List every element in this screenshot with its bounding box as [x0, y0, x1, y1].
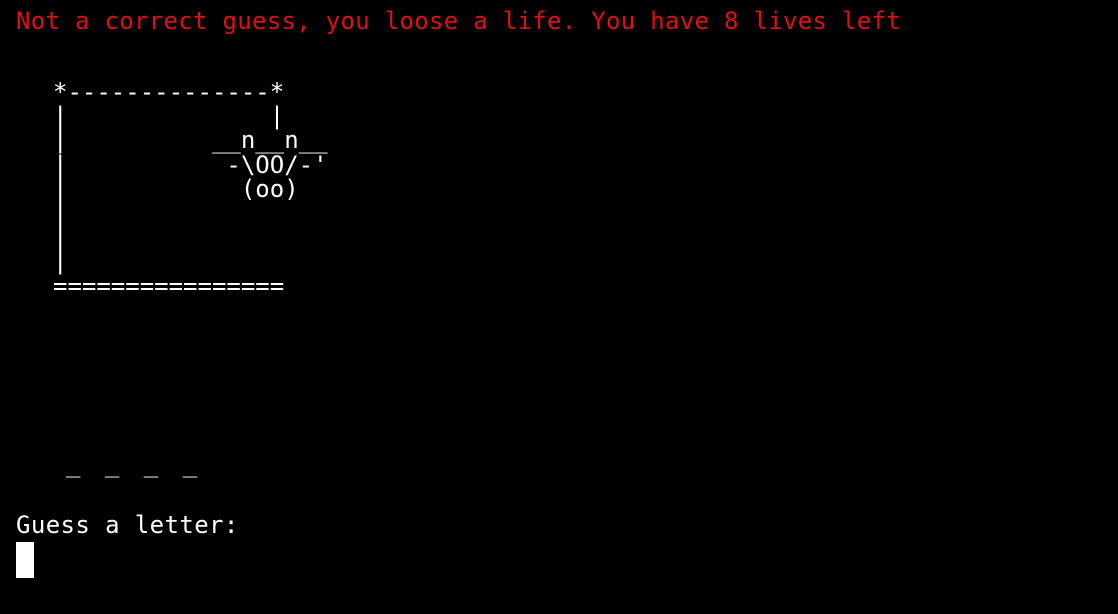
- text-cursor[interactable]: [16, 542, 34, 578]
- wrong-guess-message: Not a correct guess, you loose a life. Y…: [16, 7, 901, 35]
- word-progress: _ _ _ _: [66, 450, 203, 478]
- terminal-window[interactable]: Not a correct guess, you loose a life. Y…: [0, 0, 1118, 614]
- hangman-drawing: *--------------* | | | __n__n__ | -\OO/-…: [53, 78, 328, 300]
- guess-prompt: Guess a letter:: [16, 511, 239, 539]
